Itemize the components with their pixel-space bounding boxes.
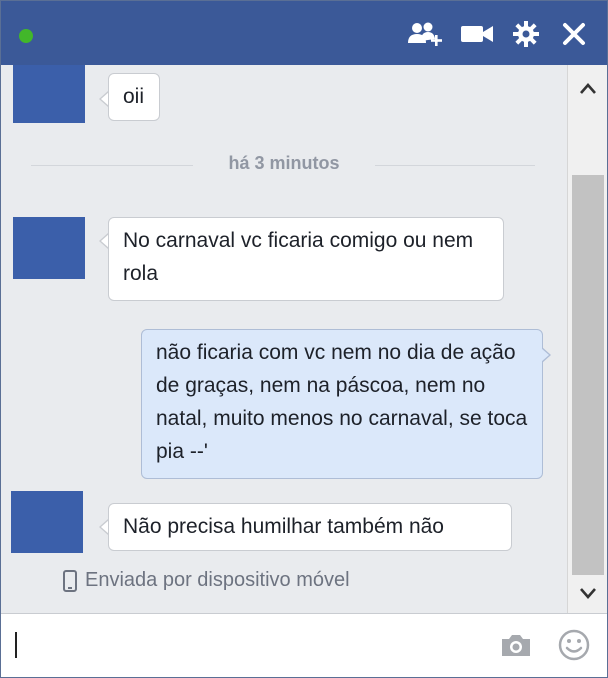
bubble-tail (99, 91, 109, 107)
message-composer (1, 613, 607, 677)
chat-titlebar[interactable] (1, 1, 607, 65)
status-online-dot (19, 29, 33, 43)
bubble-tail (99, 233, 109, 249)
emoji-icon[interactable] (557, 628, 591, 662)
gear-icon[interactable] (509, 19, 543, 49)
divider (375, 165, 535, 166)
add-friend-icon[interactable] (405, 19, 445, 49)
message-bubble-them: oii (108, 73, 160, 121)
scroll-up-arrow-icon[interactable] (578, 79, 598, 99)
sent-via-mobile-note: Enviada por dispositivo móvel (63, 569, 350, 592)
camera-icon[interactable] (499, 628, 533, 662)
message-bubble-them: No carnaval vc ficaria comigo ou nem rol… (108, 217, 504, 301)
message-timestamp: há 3 minutos (228, 153, 340, 173)
avatar[interactable] (13, 217, 85, 279)
bubble-tail (541, 347, 551, 363)
message-bubble-them: Não precisa humilhar também não (108, 503, 512, 551)
video-call-icon[interactable] (459, 19, 495, 49)
sent-via-text: Enviada por dispositivo móvel (85, 569, 350, 591)
avatar[interactable] (11, 491, 83, 553)
message-input[interactable] (9, 624, 483, 668)
scrollbar-thumb[interactable] (572, 175, 604, 575)
message-list[interactable]: oii há 3 minutos No carnaval vc ficaria … (1, 65, 567, 613)
mobile-phone-icon (63, 569, 77, 592)
avatar[interactable] (13, 65, 85, 123)
scrollbar[interactable] (567, 65, 607, 613)
close-icon[interactable] (557, 19, 591, 49)
message-bubble-me: não ficaria com vc nem no dia de ação de… (141, 329, 543, 479)
bubble-tail (99, 519, 109, 535)
chat-window: oii há 3 minutos No carnaval vc ficaria … (0, 0, 608, 678)
scroll-down-arrow-icon[interactable] (578, 583, 598, 603)
